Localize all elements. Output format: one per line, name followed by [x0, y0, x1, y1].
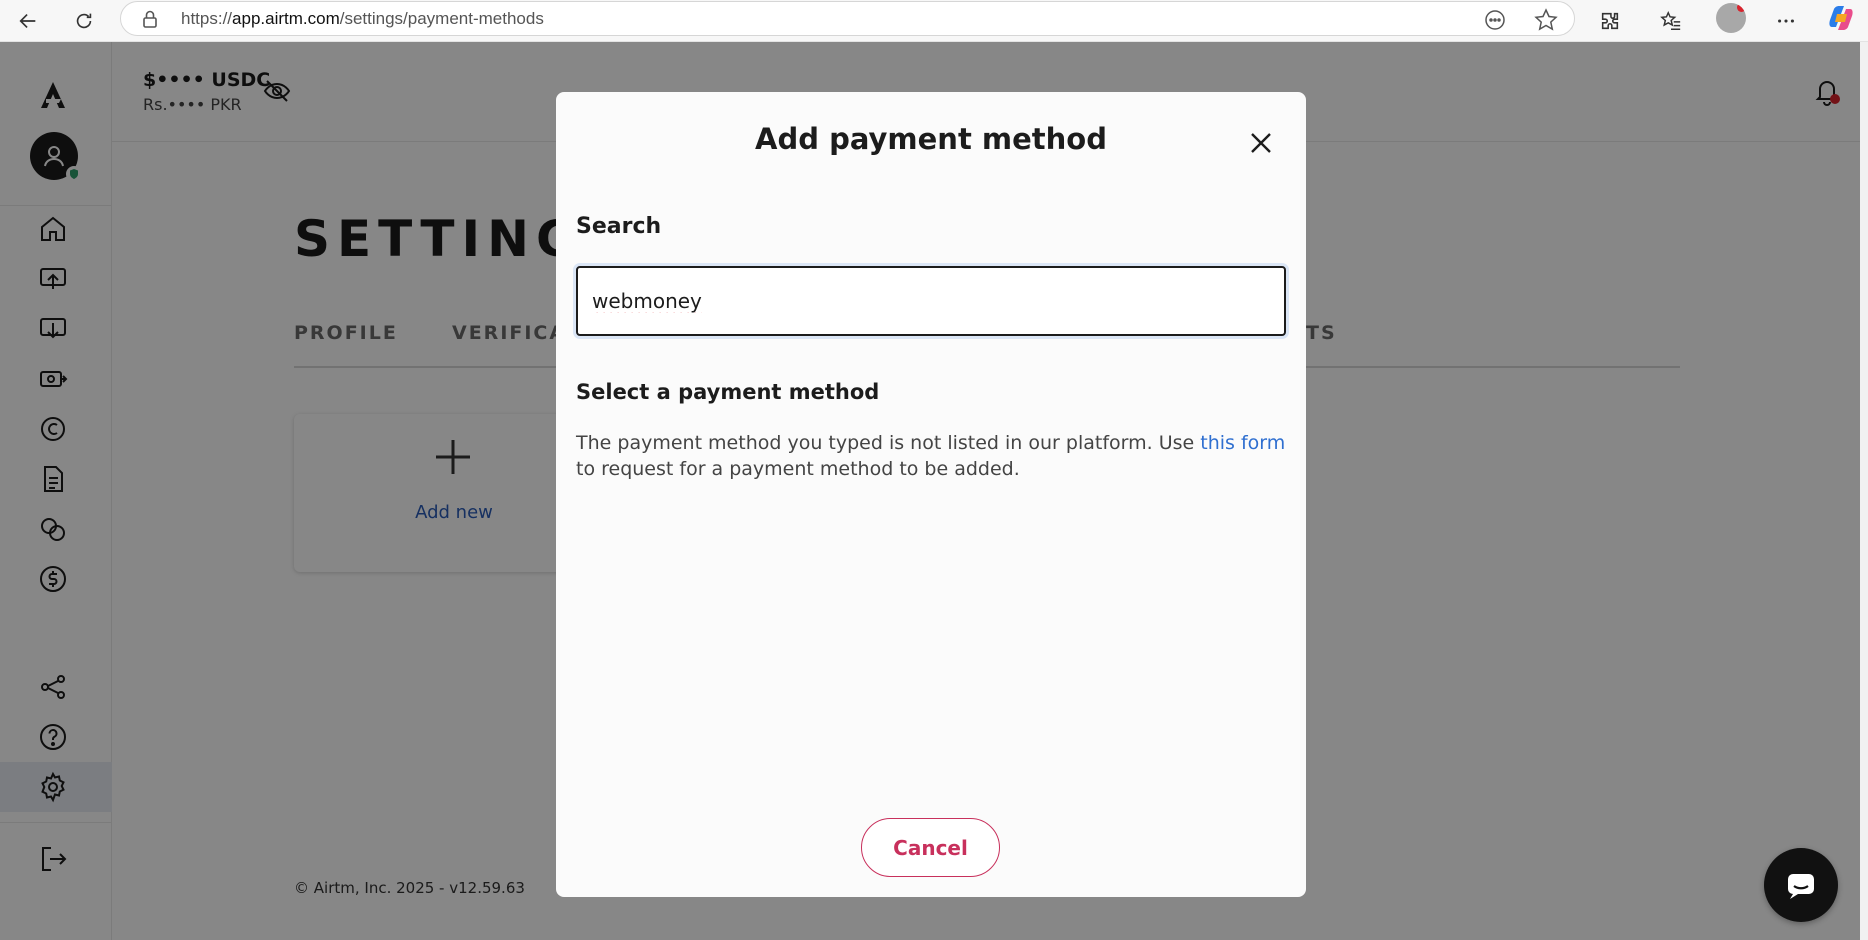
chat-bubble-icon: [1788, 874, 1814, 899]
browser-toolbar: https://app.airtm.com/settings/payment-m…: [0, 0, 1868, 42]
dialog-title: Add payment method: [755, 122, 1107, 156]
favorite-star-icon[interactable]: [1533, 7, 1559, 33]
search-label: Search: [576, 214, 662, 239]
lock-icon: [143, 10, 157, 28]
add-payment-method-dialog: Add payment method Search Select a payme…: [556, 92, 1306, 897]
more-menu-icon[interactable]: [1770, 5, 1802, 37]
extensions-icon[interactable]: [1594, 5, 1626, 37]
more-options-circle-icon[interactable]: [1482, 7, 1508, 33]
not-listed-message: The payment method you typed is not list…: [576, 432, 1286, 480]
browser-profile-avatar[interactable]: [1716, 3, 1746, 33]
select-payment-method-heading: Select a payment method: [576, 380, 880, 404]
copilot-icon[interactable]: [1826, 3, 1856, 33]
search-input[interactable]: [576, 266, 1286, 336]
address-bar[interactable]: https://app.airtm.com/settings/payment-m…: [120, 1, 1575, 36]
cancel-button[interactable]: Cancel: [861, 818, 1000, 877]
chat-support-button[interactable]: [1764, 848, 1838, 922]
back-arrow-icon[interactable]: [12, 5, 44, 37]
request-form-link[interactable]: this form: [1200, 432, 1285, 454]
close-icon[interactable]: [1246, 128, 1276, 158]
favorites-list-icon[interactable]: [1655, 5, 1687, 37]
scrollbar[interactable]: [1860, 42, 1868, 940]
url-text: https://app.airtm.com/settings/payment-m…: [181, 9, 544, 28]
refresh-icon[interactable]: [68, 5, 100, 37]
